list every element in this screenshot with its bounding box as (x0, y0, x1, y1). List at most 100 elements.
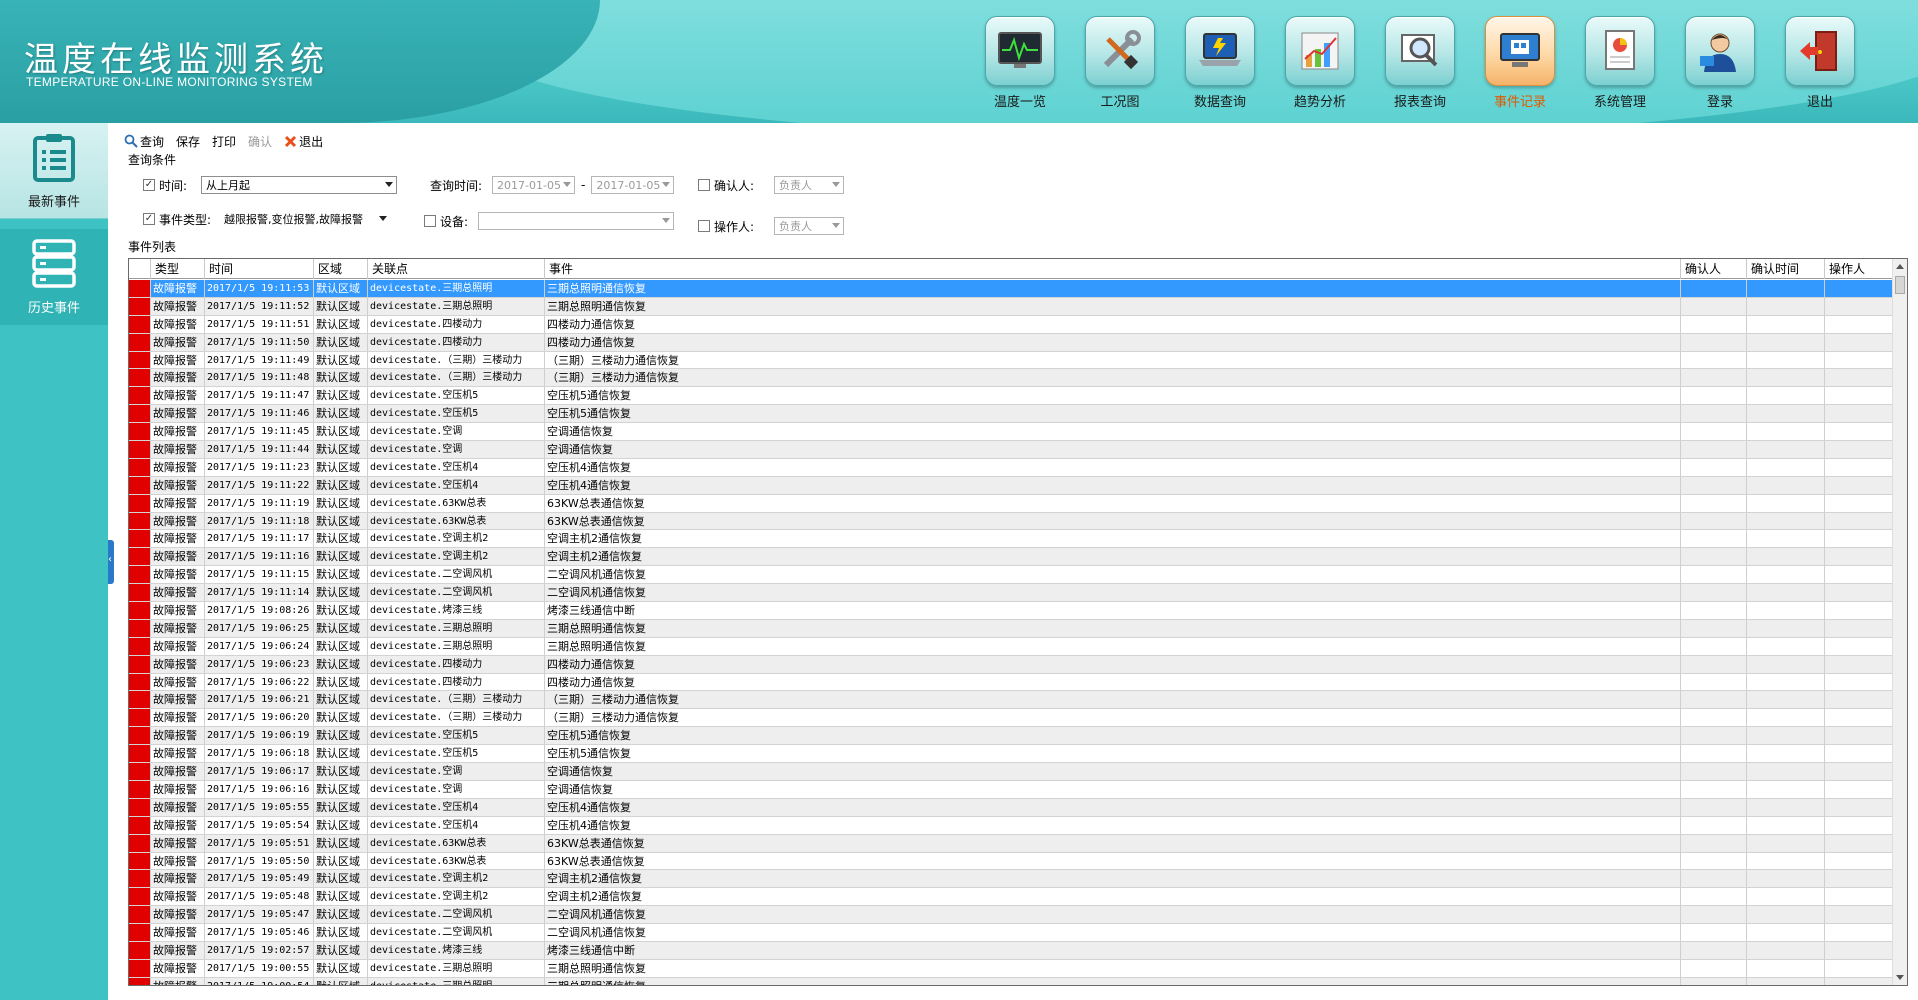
cell-time: 2017/1/5 19:05:49 (205, 870, 314, 888)
table-row[interactable]: 故障报警 2017/1/5 19:11:49 默认区域 devicestate.（三期… (129, 351, 1893, 370)
nav-system-management[interactable]: 系统管理 (1585, 16, 1655, 116)
table-row[interactable]: 故障报警 2017/1/5 19:11:53 默认区域 devicestate.三期总… (129, 280, 1893, 298)
date-from-picker[interactable]: 2017-01-05 (492, 176, 576, 194)
column-header-area[interactable]: 区域 (314, 259, 368, 279)
print-button[interactable]: 打印 (212, 133, 236, 150)
table-row[interactable]: 故障报警 2017/1/5 19:05:49 默认区域 devicestate.空调主… (129, 870, 1893, 889)
table-row[interactable]: 故障报警 2017/1/5 19:06:17 默认区域 devicestate.空调空… (129, 763, 1893, 781)
table-row[interactable]: 故障报警 2017/1/5 19:11:23 默认区域 devicestate.空压机… (129, 458, 1893, 477)
nav-trend-analysis[interactable]: 趋势分析 (1285, 16, 1355, 116)
table-row[interactable]: 故障报警 2017/1/5 19:11:16 默认区域 devicestate.空调主… (129, 548, 1893, 567)
table-row[interactable]: 故障报警 2017/1/5 19:11:50 默认区域 devicestate.四楼动… (129, 333, 1893, 352)
table-row[interactable]: 故障报警 2017/1/5 19:11:22 默认区域 devicestate.空压机… (129, 476, 1893, 495)
table-row[interactable]: 故障报警 2017/1/5 19:11:46 默认区域 devicestate.空压机… (129, 405, 1893, 424)
table-row[interactable]: 故障报警 2017/1/5 19:06:20 默认区域 devicestate.（三期… (129, 709, 1893, 728)
table-row[interactable]: 故障报警 2017/1/5 19:06:16 默认区域 devicestate.空调空… (129, 780, 1893, 799)
cell-point: devicestate.四楼动力 (368, 673, 545, 691)
column-header-type[interactable]: 类型 (151, 259, 205, 279)
cell-time: 2017/1/5 19:11:18 (205, 512, 314, 530)
column-header-confirmer[interactable]: 确认人 (1681, 259, 1747, 279)
date-to-picker[interactable]: 2017-01-05 (591, 176, 675, 194)
table-row[interactable]: 故障报警 2017/1/5 19:11:52 默认区域 devicestate.三期总… (129, 297, 1893, 316)
table-row[interactable]: 故障报警 2017/1/5 19:05:55 默认区域 devicestate.空压机… (129, 798, 1893, 817)
cell-event: 空压机5通信恢复 (545, 405, 1681, 423)
sidebar-item-history-events[interactable]: 历史事件 (0, 229, 108, 325)
confirm-button[interactable]: 确认 (248, 133, 272, 150)
table-row[interactable]: 故障报警 2017/1/5 19:05:46 默认区域 devicestate.二空调… (129, 924, 1893, 942)
table-row[interactable]: 故障报警 2017/1/5 19:06:19 默认区域 devicestate.空压机… (129, 727, 1893, 746)
table-row[interactable]: 故障报警 2017/1/5 19:11:14 默认区域 devicestate.二空调… (129, 584, 1893, 603)
table-row[interactable]: 故障报警 2017/1/5 19:06:23 默认区域 devicestate.四楼动… (129, 655, 1893, 674)
alarm-flag-cell (129, 977, 151, 985)
cell-confirm-time (1747, 763, 1825, 780)
table-row[interactable]: 故障报警 2017/1/5 19:05:51 默认区域 devicestate.63K… (129, 834, 1893, 853)
query-button[interactable]: 查询 (124, 133, 164, 150)
vertical-scrollbar[interactable] (1892, 259, 1907, 985)
table-row[interactable]: 故障报警 2017/1/5 19:06:21 默认区域 devicestate.（三期… (129, 691, 1893, 710)
nav-exit[interactable]: 退出 (1785, 16, 1855, 116)
column-header-time[interactable]: 时间 (205, 259, 314, 279)
sidebar-item-latest-events[interactable]: 最新事件 (0, 123, 108, 219)
table-row[interactable]: 故障报警 2017/1/5 19:05:54 默认区域 devicestate.空压机… (129, 816, 1893, 835)
table-row[interactable]: 故障报警 2017/1/5 19:05:47 默认区域 devicestate.二空调… (129, 906, 1893, 925)
table-row[interactable]: 故障报警 2017/1/5 19:06:24 默认区域 devicestate.三期总… (129, 637, 1893, 656)
nav-login[interactable]: 登录 (1685, 16, 1755, 116)
operator-checkbox[interactable] (698, 220, 710, 232)
table-row[interactable]: 故障报警 2017/1/5 19:06:25 默认区域 devicestate.三期总… (129, 619, 1893, 638)
confirmer-select[interactable]: 负责人 (774, 176, 845, 194)
table-row[interactable]: 故障报警 2017/1/5 19:11:18 默认区域 devicestate.63K… (129, 512, 1893, 531)
nav-report-query[interactable]: 报表查询 (1385, 16, 1455, 116)
table-row[interactable]: 故障报警 2017/1/5 19:05:50 默认区域 devicestate.63K… (129, 852, 1893, 871)
confirmer-label: 确认人: (714, 178, 755, 193)
scroll-up-icon[interactable] (1896, 264, 1904, 269)
table-row[interactable]: 故障报警 2017/1/5 19:02:57 默认区域 devicestate.烤漆三… (129, 941, 1893, 960)
table-row[interactable]: 故障报警 2017/1/5 19:00:55 默认区域 devicestate.三期总… (129, 959, 1893, 978)
cell-point: devicestate.63KW总表 (368, 512, 545, 530)
table-row[interactable]: 故障报警 2017/1/5 19:11:17 默认区域 devicestate.空调主… (129, 530, 1893, 549)
scroll-thumb[interactable] (1895, 276, 1905, 294)
table-row[interactable]: 故障报警 2017/1/5 19:06:22 默认区域 devicestate.四楼动… (129, 673, 1893, 692)
device-checkbox[interactable] (424, 215, 436, 227)
cell-event: 四楼动力通信恢复 (545, 315, 1681, 333)
cell-operator (1825, 924, 1893, 941)
time-checkbox[interactable]: ✓ (143, 179, 155, 191)
alarm-flag-cell (129, 727, 151, 745)
cell-point: devicestate.空调 (368, 763, 545, 780)
confirmer-checkbox[interactable] (698, 179, 710, 191)
cell-event: 63KW总表通信恢复 (545, 852, 1681, 870)
cell-event: 空调主机2通信恢复 (545, 870, 1681, 888)
column-header-event[interactable]: 事件 (545, 259, 1681, 279)
cell-confirmer (1681, 816, 1747, 834)
alarm-flag-cell (129, 870, 151, 888)
nav-event-records[interactable]: 事件记录 (1485, 16, 1555, 116)
exit-button[interactable]: 退出 (284, 133, 323, 150)
cell-type: 故障报警 (151, 548, 205, 566)
cell-point: devicestate.空调 (368, 423, 545, 441)
table-row[interactable]: 故障报警 2017/1/5 19:11:45 默认区域 devicestate.空调空… (129, 423, 1893, 442)
nav-temperature-overview[interactable]: 温度一览 (985, 16, 1055, 116)
event-type-checkbox[interactable]: ✓ (143, 213, 155, 225)
table-row[interactable]: 故障报警 2017/1/5 19:06:18 默认区域 devicestate.空压机… (129, 745, 1893, 764)
time-range-select[interactable]: 从上月起 (201, 176, 398, 194)
event-type-select[interactable]: 越限报警,变位报警,故障报警 (219, 210, 392, 228)
cell-type: 故障报警 (151, 512, 205, 530)
table-row[interactable]: 故障报警 2017/1/5 19:11:15 默认区域 devicestate.二空调… (129, 566, 1893, 585)
operator-select[interactable]: 负责人 (774, 217, 845, 235)
table-row[interactable]: 故障报警 2017/1/5 19:11:47 默认区域 devicestate.空压机… (129, 387, 1893, 406)
nav-data-query[interactable]: 数据查询 (1185, 16, 1255, 116)
table-row[interactable]: 故障报警 2017/1/5 19:11:48 默认区域 devicestate.（三期… (129, 369, 1893, 388)
column-header-operator[interactable]: 操作人 (1825, 259, 1893, 279)
table-row[interactable]: 故障报警 2017/1/5 19:11:51 默认区域 devicestate.四楼动… (129, 315, 1893, 334)
table-row[interactable]: 故障报警 2017/1/5 19:11:44 默认区域 devicestate.空调空… (129, 441, 1893, 459)
device-select[interactable] (478, 212, 675, 230)
column-header-confirm-time[interactable]: 确认时间 (1747, 259, 1825, 279)
save-button[interactable]: 保存 (176, 133, 200, 150)
nav-working-diagram[interactable]: 工况图 (1085, 16, 1155, 116)
table-row[interactable]: 故障报警 2017/1/5 19:05:48 默认区域 devicestate.空调主… (129, 888, 1893, 907)
scroll-down-icon[interactable] (1896, 975, 1904, 980)
column-header-point[interactable]: 关联点 (368, 259, 545, 279)
table-row[interactable]: 故障报警 2017/1/5 19:11:19 默认区域 devicestate.63K… (129, 494, 1893, 513)
table-row[interactable]: 故障报警2017/1/5 19:00:54默认区域devicestate.三期总… (129, 977, 1893, 985)
cell-type: 故障报警 (151, 691, 205, 709)
table-row[interactable]: 故障报警 2017/1/5 19:08:26 默认区域 devicestate.烤漆三… (129, 602, 1893, 620)
